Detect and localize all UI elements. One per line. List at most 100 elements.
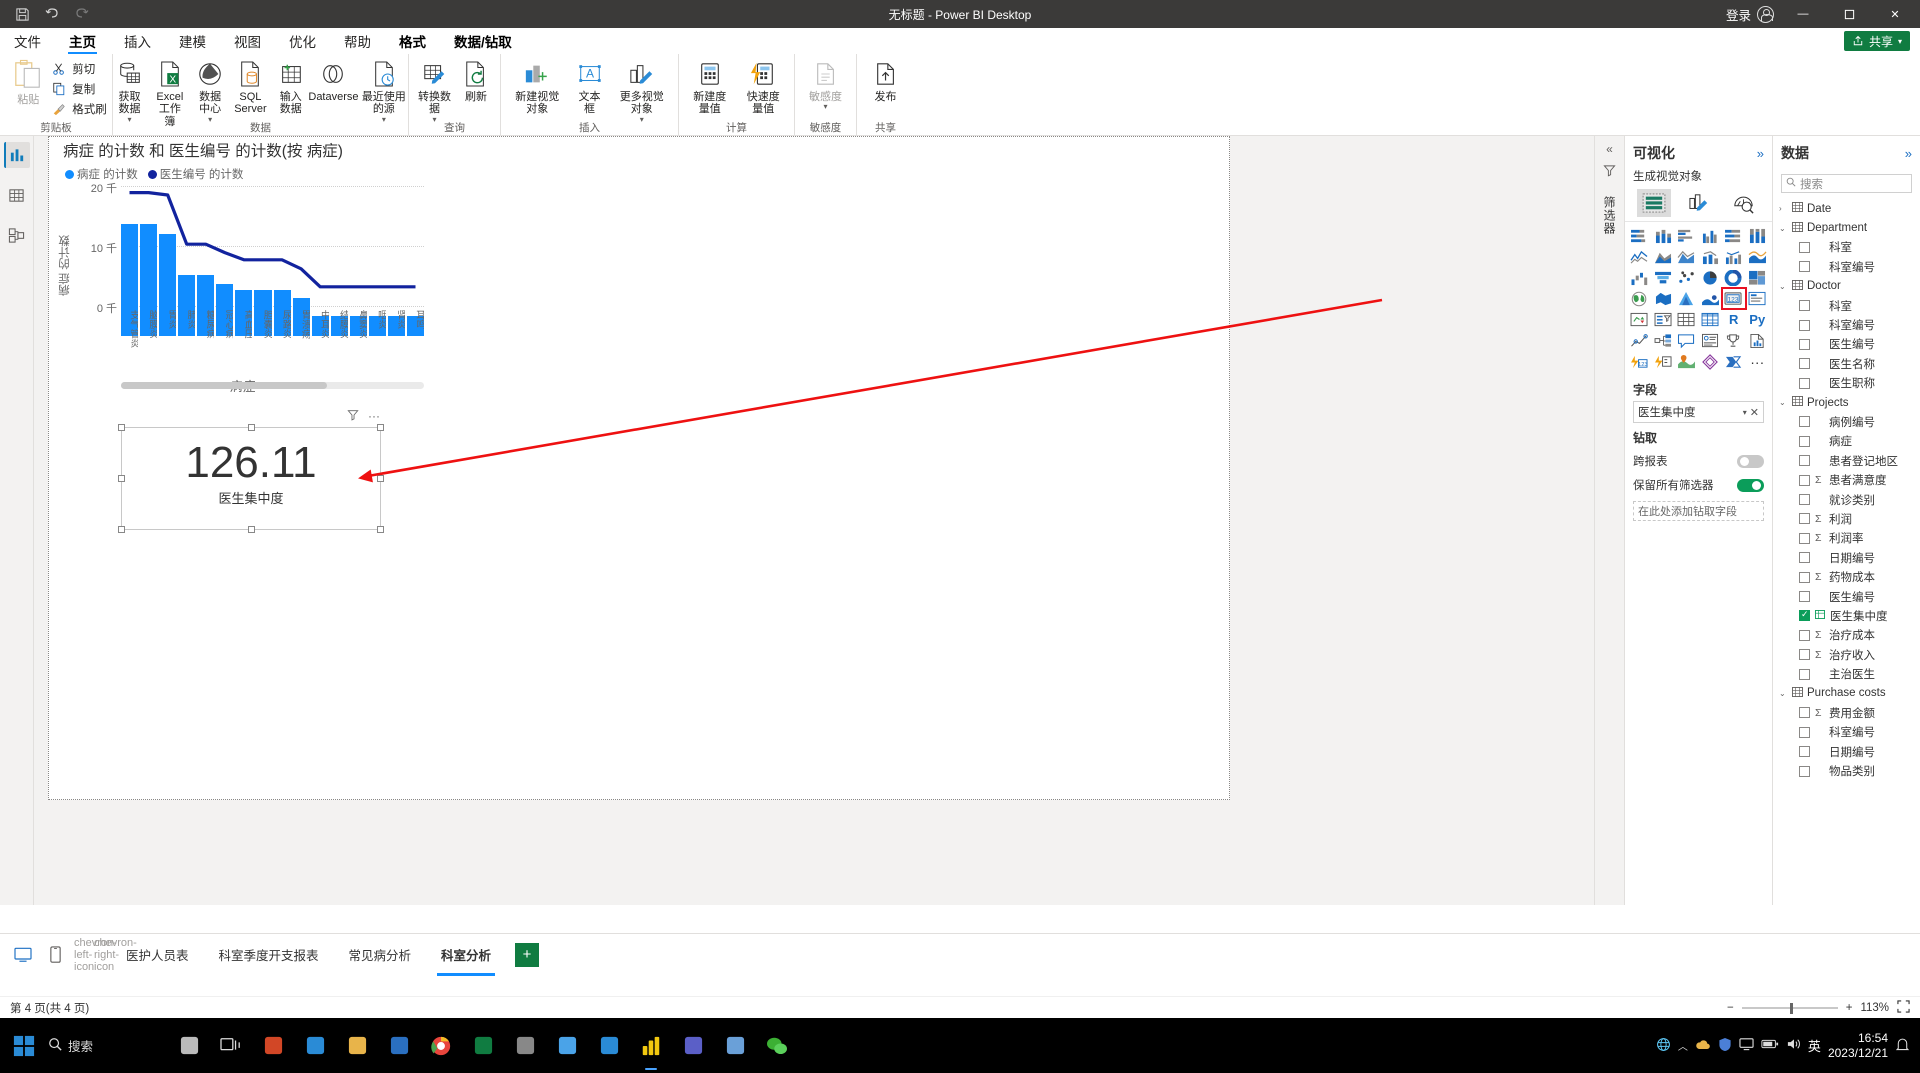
resize-handle[interactable] <box>118 526 125 533</box>
field-checkbox[interactable] <box>1799 300 1810 312</box>
clustered-bar-chart-icon[interactable] <box>1676 226 1698 245</box>
taskbar-folder-icon[interactable] <box>336 1018 378 1073</box>
power-apps-icon[interactable]: 123 <box>1629 352 1651 371</box>
zoom-slider[interactable] <box>1741 1002 1838 1014</box>
resize-handle[interactable] <box>377 526 384 533</box>
field-item[interactable]: 医生集中度 <box>1773 606 1920 625</box>
ribbon-chart-icon[interactable] <box>1747 247 1769 266</box>
ribbon-tab-home[interactable]: 主页 <box>55 28 110 54</box>
filled-map-icon[interactable] <box>1653 289 1675 308</box>
transform-data-button[interactable]: 转换数据 ▾ <box>413 57 456 124</box>
field-item[interactable]: 主治医生 <box>1773 664 1920 683</box>
field-item[interactable]: 患者登记地区 <box>1773 451 1920 470</box>
field-item[interactable]: 就诊类别 <box>1773 490 1920 509</box>
redo-icon[interactable] <box>68 2 96 26</box>
cut-button[interactable]: 剪切 <box>51 59 107 78</box>
ribbon-tab-format[interactable]: 格式 <box>385 28 440 54</box>
waterfall-chart-icon[interactable] <box>1629 268 1651 287</box>
field-item[interactable]: 医生编号 <box>1773 587 1920 606</box>
paginated-report-icon[interactable] <box>1747 331 1769 350</box>
search-input[interactable]: 搜索 <box>1781 174 1912 193</box>
analytics-icon[interactable] <box>1727 189 1761 217</box>
multi-row-card-icon[interactable] <box>1747 289 1769 308</box>
fit-to-page-icon[interactable] <box>1897 999 1910 1016</box>
field-checkbox[interactable] <box>1799 765 1810 777</box>
ribbon-tab-file[interactable]: 文件 <box>0 28 55 54</box>
chevron-down-icon[interactable]: ⌄ <box>1779 398 1788 407</box>
excel-workbook-button[interactable]: X Excel 工作簿 <box>150 57 190 128</box>
donut-chart-icon[interactable] <box>1723 268 1745 287</box>
slicer-icon[interactable] <box>1653 310 1675 329</box>
field-checkbox[interactable] <box>1799 571 1810 583</box>
taskbar-wechat-icon[interactable] <box>756 1018 798 1073</box>
taskbar-excel-icon[interactable] <box>462 1018 504 1073</box>
maximize-button[interactable] <box>1826 0 1872 28</box>
line-stacked-column-chart-icon[interactable] <box>1700 247 1722 266</box>
field-checkbox[interactable] <box>1799 377 1810 389</box>
field-checkbox[interactable] <box>1799 241 1810 253</box>
field-item[interactable]: 病例编号 <box>1773 412 1920 431</box>
chart-horizontal-scrollbar[interactable] <box>121 382 424 389</box>
windows-start-icon[interactable] <box>0 1018 48 1073</box>
volume-icon[interactable] <box>1786 1037 1801 1054</box>
smart-narrative-icon[interactable] <box>1700 331 1722 350</box>
close-icon[interactable]: ✕ <box>1750 406 1759 419</box>
ribbon-tab-data-drill[interactable]: 数据/钻取 <box>440 28 526 54</box>
table-view-icon[interactable] <box>4 182 30 208</box>
undo-icon[interactable] <box>38 2 66 26</box>
resize-handle[interactable] <box>377 424 384 431</box>
add-page-button[interactable]: + <box>515 942 540 967</box>
minimize-button[interactable]: — <box>1780 0 1826 28</box>
filter-icon[interactable] <box>1603 164 1616 180</box>
clustered-column-chart-icon[interactable] <box>1700 226 1722 245</box>
funnel-chart-icon[interactable] <box>1653 268 1675 287</box>
kpi-icon[interactable] <box>1629 310 1651 329</box>
ribbon-tab-help[interactable]: 帮助 <box>330 28 385 54</box>
field-well-chip[interactable]: 医生集中度 ▾ ✕ <box>1633 401 1764 423</box>
taskbar-search[interactable]: 搜索 <box>48 1036 168 1055</box>
publish-button[interactable]: 发布 <box>866 57 906 103</box>
line-clustered-column-chart-icon[interactable] <box>1723 247 1745 266</box>
keep-all-filters-toggle[interactable] <box>1737 478 1764 492</box>
area-chart-icon[interactable] <box>1653 247 1675 266</box>
field-item[interactable]: 科室编号 <box>1773 723 1920 742</box>
field-checkbox[interactable] <box>1799 552 1810 564</box>
field-item[interactable]: 物品类别 <box>1773 761 1920 780</box>
treemap-icon[interactable] <box>1747 268 1769 287</box>
field-item[interactable]: 医生职称 <box>1773 374 1920 393</box>
field-table-projects[interactable]: ⌄ Projects <box>1773 393 1920 412</box>
enter-data-button[interactable]: 输入数据 <box>270 57 311 116</box>
textbox-button[interactable]: A 文本框 <box>570 57 610 116</box>
close-button[interactable]: ✕ <box>1872 0 1918 28</box>
field-checkbox[interactable] <box>1799 649 1810 661</box>
taskbar-shield-icon[interactable] <box>546 1018 588 1073</box>
field-checkbox[interactable] <box>1799 455 1810 467</box>
field-item[interactable]: 科室编号 <box>1773 315 1920 334</box>
page-tab-dept-quarterly[interactable]: 科室季度开支报表 <box>207 934 331 976</box>
chevron-left-icon[interactable]: « <box>1606 142 1613 156</box>
field-checkbox[interactable] <box>1799 746 1810 758</box>
taskbar-clock[interactable]: 16:54 2023/12/21 <box>1828 1031 1888 1061</box>
key-influencers-icon[interactable] <box>1629 331 1651 350</box>
drillthrough-dropzone[interactable]: 在此处添加钻取字段 <box>1633 501 1764 521</box>
field-checkbox[interactable] <box>1799 358 1810 370</box>
sign-in-button[interactable]: 登录 <box>1720 5 1780 24</box>
card-visual[interactable]: ··· 126.11 医生集中度 <box>118 409 384 533</box>
taskbar-powerbi-icon[interactable] <box>630 1018 672 1073</box>
mobile-view-icon[interactable] <box>42 942 68 968</box>
ribbon-tab-insert[interactable]: 插入 <box>110 28 165 54</box>
field-item[interactable]: Σ 利润率 <box>1773 529 1920 548</box>
resize-handle[interactable] <box>118 424 125 431</box>
more-options-icon[interactable]: ··· <box>1747 352 1769 371</box>
table-icon[interactable] <box>1676 310 1698 329</box>
taskbar-notepad-icon[interactable] <box>714 1018 756 1073</box>
100-stacked-bar-chart-icon[interactable] <box>1723 226 1745 245</box>
field-item[interactable]: Σ 药物成本 <box>1773 567 1920 586</box>
zoom-out-button[interactable]: − <box>1727 1002 1734 1014</box>
refresh-button[interactable]: 刷新 <box>456 57 496 103</box>
format-painter-button[interactable]: 格式刷 <box>51 99 107 118</box>
field-checkbox[interactable] <box>1799 494 1810 506</box>
sensitivity-button[interactable]: 敏感度 ▾ <box>804 57 847 111</box>
stream-icon[interactable] <box>1723 352 1745 371</box>
cross-report-toggle[interactable] <box>1737 454 1764 468</box>
